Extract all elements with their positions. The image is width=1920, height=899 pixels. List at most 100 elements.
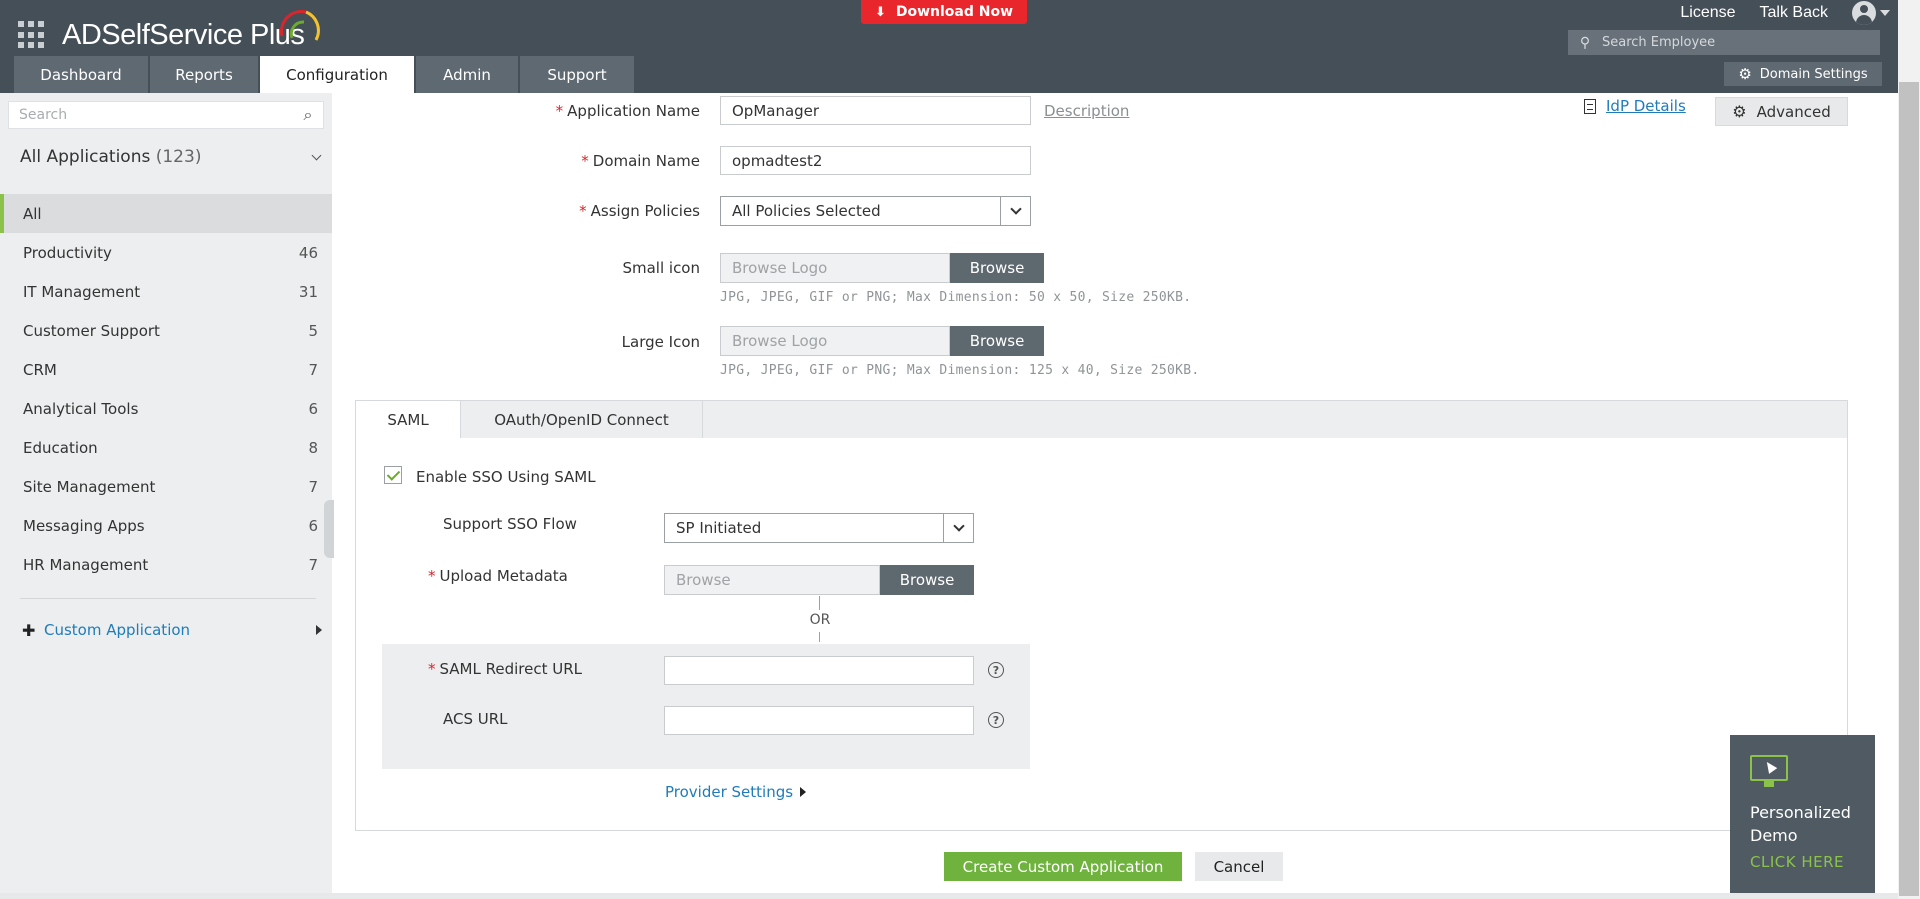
required-marker: * — [428, 660, 436, 678]
all-applications-count: (123) — [155, 147, 202, 167]
description-link[interactable]: Description — [1044, 102, 1129, 120]
category-it-management[interactable]: IT Management 31 — [0, 272, 332, 311]
create-custom-application-button[interactable]: Create Custom Application — [944, 852, 1182, 881]
sidebar-divider — [20, 598, 316, 599]
category-hr-management[interactable]: HR Management 7 — [0, 545, 332, 584]
large-icon-label: Large Icon — [621, 333, 700, 351]
cancel-button[interactable]: Cancel — [1195, 852, 1283, 881]
chevron-down-icon — [1000, 197, 1030, 225]
category-label: Analytical Tools — [23, 399, 139, 418]
download-now-button[interactable]: ⬇ Download Now — [861, 0, 1027, 24]
provider-settings-label: Provider Settings — [665, 783, 794, 801]
category-label: Productivity — [23, 243, 112, 262]
small-icon-browse-button[interactable]: Browse — [950, 253, 1044, 283]
all-applications-dropdown[interactable]: All Applications (123) — [20, 145, 322, 169]
small-icon-file-field[interactable]: Browse Logo — [720, 253, 950, 283]
plus-icon: ✚ — [22, 620, 36, 640]
small-icon-upload[interactable]: Browse Logo Browse — [720, 253, 1044, 283]
category-count: 5 — [308, 321, 318, 340]
user-menu[interactable] — [1852, 1, 1890, 25]
label-text: Domain Name — [592, 152, 700, 170]
support-sso-flow-select[interactable]: SP Initiated — [664, 513, 974, 543]
category-list: All Productivity 46 IT Management 31 Cus… — [0, 194, 332, 584]
custom-application-menu[interactable]: ✚ Custom Application — [22, 619, 322, 641]
metadata-file-field[interactable]: Browse — [664, 565, 880, 595]
metadata-upload[interactable]: Browse Browse — [664, 565, 974, 595]
label-text: Upload Metadata — [439, 567, 568, 585]
caret-right-icon — [316, 625, 322, 635]
idp-details-link[interactable]: IdP Details — [1584, 97, 1686, 115]
category-site-management[interactable]: Site Management 7 — [0, 467, 332, 506]
monitor-cursor-icon — [1750, 755, 1788, 787]
category-crm[interactable]: CRM 7 — [0, 350, 332, 389]
sidebar-collapse-handle[interactable] — [324, 500, 334, 558]
support-sso-flow-label: Support SSO Flow — [443, 515, 577, 533]
all-applications-label: All Applications — [20, 147, 151, 167]
help-icon[interactable]: ? — [988, 712, 1004, 728]
category-education[interactable]: Education 8 — [0, 428, 332, 467]
required-marker: * — [555, 102, 564, 120]
tab-configuration[interactable]: Configuration — [260, 56, 414, 93]
employee-search[interactable]: ⚲ — [1568, 30, 1880, 55]
enable-sso-checkbox[interactable] — [384, 466, 402, 484]
provider-settings-toggle[interactable]: Provider Settings — [665, 783, 807, 801]
large-icon-file-field[interactable]: Browse Logo — [720, 326, 950, 356]
saml-redirect-url-input[interactable] — [664, 656, 974, 685]
category-count: 8 — [308, 438, 318, 457]
category-analytical-tools[interactable]: Analytical Tools 6 — [0, 389, 332, 428]
assign-policies-select[interactable]: All Policies Selected — [720, 196, 1031, 226]
category-productivity[interactable]: Productivity 46 — [0, 233, 332, 272]
employee-search-input[interactable] — [1602, 30, 1880, 55]
download-icon: ⬇ — [874, 4, 886, 20]
category-label: Site Management — [23, 477, 156, 496]
caret-down-icon — [1880, 10, 1890, 16]
domain-settings-label: Domain Settings — [1759, 66, 1868, 82]
tab-admin[interactable]: Admin — [416, 56, 518, 93]
help-icon[interactable]: ? — [988, 662, 1004, 678]
acs-url-input[interactable] — [664, 706, 974, 735]
category-count: 7 — [308, 555, 318, 574]
category-label: All — [23, 204, 42, 223]
domain-name-label: * Domain Name — [500, 152, 700, 170]
category-label: Messaging Apps — [23, 516, 145, 535]
scrollbar-thumb[interactable] — [1899, 82, 1919, 896]
license-link[interactable]: License — [1680, 4, 1735, 22]
caret-right-icon — [800, 787, 807, 797]
large-icon-browse-button[interactable]: Browse — [950, 326, 1044, 356]
brand-logo: ADSelfService Plus — [62, 19, 305, 51]
large-icon-upload[interactable]: Browse Logo Browse — [720, 326, 1044, 356]
select-value: SP Initiated — [676, 519, 762, 537]
category-messaging-apps[interactable]: Messaging Apps 6 — [0, 506, 332, 545]
talk-back-link[interactable]: Talk Back — [1760, 4, 1828, 22]
chevron-down-icon — [943, 514, 973, 542]
domain-settings-button[interactable]: ⚙ Domain Settings — [1724, 62, 1882, 86]
search-icon[interactable]: ⌕ — [293, 105, 323, 125]
document-icon — [1584, 98, 1596, 114]
required-marker: * — [581, 152, 589, 170]
metadata-browse-button[interactable]: Browse — [880, 565, 974, 595]
domain-name-input[interactable] — [720, 146, 1031, 175]
application-name-input[interactable] — [720, 96, 1031, 125]
advanced-button[interactable]: ⚙ Advanced — [1715, 97, 1848, 126]
category-all[interactable]: All — [0, 194, 332, 233]
download-label: Download Now — [895, 4, 1014, 20]
personalized-demo-widget[interactable]: Personalized Demo CLICK HERE — [1730, 735, 1875, 899]
sidebar-search[interactable]: ⌕ — [8, 101, 324, 129]
required-marker: * — [579, 202, 587, 220]
tab-dashboard[interactable]: Dashboard — [14, 56, 148, 93]
gear-icon: ⚙ — [1738, 65, 1752, 83]
search-icon: ⚲ — [1579, 34, 1591, 51]
category-count: 6 — [308, 399, 318, 418]
category-customer-support[interactable]: Customer Support 5 — [0, 311, 332, 350]
horizontal-scrollbar[interactable] — [0, 893, 1898, 899]
sidebar-search-input[interactable] — [9, 102, 293, 128]
tab-oauth-openid[interactable]: OAuth/OpenID Connect — [461, 401, 703, 438]
tab-support[interactable]: Support — [520, 56, 634, 93]
tab-saml[interactable]: SAML — [356, 401, 461, 438]
top-links: License Talk Back — [1680, 0, 1890, 26]
sso-protocol-tabs: SAML OAuth/OpenID Connect — [356, 401, 1847, 438]
tab-reports[interactable]: Reports — [150, 56, 258, 93]
demo-cta[interactable]: CLICK HERE — [1750, 853, 1855, 871]
category-count: 46 — [298, 243, 318, 262]
app-grid-icon[interactable] — [18, 21, 46, 49]
